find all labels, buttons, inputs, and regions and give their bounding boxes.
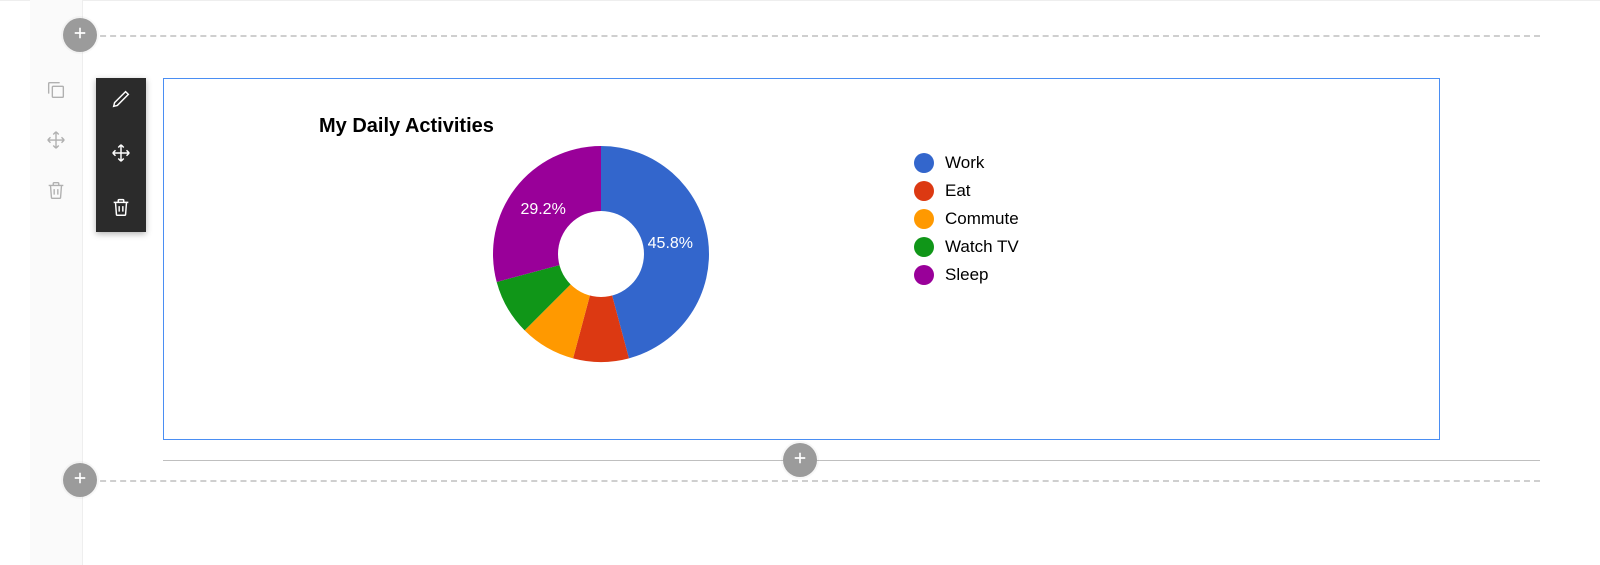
- copy-icon: [45, 79, 67, 106]
- plus-icon: [71, 24, 89, 47]
- legend-swatch: [914, 265, 934, 285]
- widget-delete-button[interactable]: [108, 196, 134, 222]
- pencil-icon: [110, 88, 132, 115]
- legend-item-eat[interactable]: Eat: [914, 181, 1019, 201]
- legend-item-sleep[interactable]: Sleep: [914, 265, 1019, 285]
- row-divider-bottom: [70, 480, 1540, 482]
- chart-legend: Work Eat Commute Watch TV Sleep: [914, 153, 1019, 285]
- legend-swatch: [914, 209, 934, 229]
- rail-delete-button[interactable]: [44, 180, 68, 204]
- donut-hole: [558, 211, 644, 297]
- legend-swatch: [914, 237, 934, 257]
- add-row-handle-bottom[interactable]: [63, 463, 97, 497]
- rail-copy-button[interactable]: [44, 80, 68, 104]
- row-divider-top: [70, 35, 1540, 37]
- legend-label: Commute: [945, 209, 1019, 229]
- row-solid-divider: [163, 460, 1540, 461]
- legend-label: Eat: [945, 181, 971, 201]
- rail-move-button[interactable]: [44, 130, 68, 154]
- legend-swatch: [914, 181, 934, 201]
- donut-chart: 45.8%29.2%: [490, 143, 712, 365]
- widget-toolbar: [96, 78, 146, 232]
- legend-item-commute[interactable]: Commute: [914, 209, 1019, 229]
- chart-title: My Daily Activities: [319, 115, 494, 138]
- widget-move-button[interactable]: [108, 142, 134, 168]
- legend-swatch: [914, 153, 934, 173]
- widget-edit-button[interactable]: [108, 88, 134, 114]
- legend-item-work[interactable]: Work: [914, 153, 1019, 173]
- plus-icon: [791, 449, 809, 472]
- chart-widget[interactable]: My Daily Activities 45.8%29.2% Work Eat Co…: [163, 78, 1440, 440]
- legend-label: Watch TV: [945, 237, 1019, 257]
- legend-label: Work: [945, 153, 984, 173]
- trash-icon: [110, 196, 132, 223]
- legend-item-watch-tv[interactable]: Watch TV: [914, 237, 1019, 257]
- trash-icon: [45, 179, 67, 206]
- page-top-divider: [0, 0, 1600, 1]
- legend-label: Sleep: [945, 265, 988, 285]
- add-column-handle[interactable]: [783, 443, 817, 477]
- add-row-handle-top[interactable]: [63, 18, 97, 52]
- move-icon: [45, 129, 67, 156]
- move-icon: [110, 142, 132, 169]
- plus-icon: [71, 469, 89, 492]
